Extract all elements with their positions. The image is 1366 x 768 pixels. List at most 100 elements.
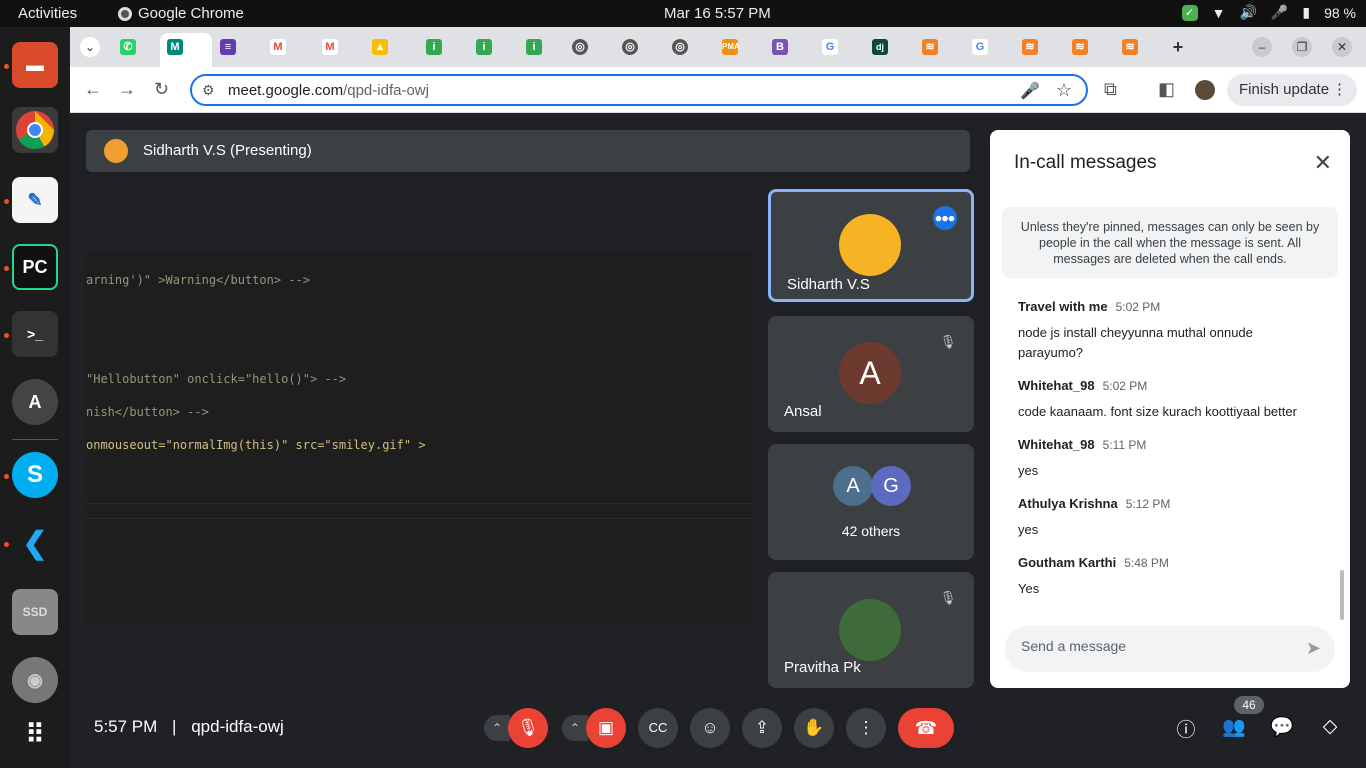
others-avatar-a: A [833,466,873,506]
meeting-details-icon[interactable]: ⓘ [1173,715,1199,742]
shared-screen: arning')" >Warning</button> --> "Hellobu… [86,251,751,623]
others-count: 42 others [841,523,901,539]
django-tab-icon[interactable]: dj [872,39,888,55]
participant-tile-sidharth[interactable]: ⦁⦁⦁ Sidharth V.S [768,189,974,302]
divider [86,518,751,519]
skype-icon[interactable]: S [12,452,58,498]
gmail-tab-icon[interactable]: M [270,39,286,55]
pycharm-icon[interactable]: PC [12,244,58,290]
system-tray[interactable]: ✓ ▼ 🔊 🎤 ▮ 98 % [1181,4,1356,21]
raise-hand-button[interactable]: ✋ [794,708,834,748]
tab-icon[interactable]: i [476,39,492,55]
participant-name: Sidharth V.S [787,276,870,293]
speaking-icon: ⦁⦁⦁ [933,206,957,230]
activities-button[interactable]: Activities [18,5,77,22]
running-indicator [4,333,9,338]
stackoverflow-tab-icon[interactable]: ≋ [1072,39,1088,55]
phpmyadmin-tab-icon[interactable]: PMA [722,39,740,55]
address-bar[interactable]: ⚙ meet.google.com/qpd-idfa-owj 🎤 ☆ [190,74,1088,106]
system-top-bar: Activities Google Chrome Mar 16 5:57 PM … [0,0,1366,27]
site-settings-icon[interactable]: ⚙ [202,82,215,99]
meet-tab-icon[interactable]: M [167,39,183,55]
microphone-icon[interactable]: 🎤 [1020,81,1040,101]
browser-toolbar: ← → ↻ ⚙ meet.google.com/qpd-idfa-owj 🎤 ☆… [70,67,1366,113]
disk-icon[interactable]: ◉ [12,657,58,703]
participant-tile-others[interactable]: A G 42 others [768,444,974,560]
captions-button[interactable]: CC [638,708,678,748]
forms-tab-icon[interactable]: ≡ [220,39,236,55]
profile-avatar[interactable] [1195,80,1215,100]
participant-tile-ansal[interactable]: 🎙 A Ansal [768,316,974,432]
stackoverflow-tab-icon[interactable]: ≋ [922,39,938,55]
reload-icon[interactable]: ↻ [154,79,169,100]
muted-mic-icon: 🎙 [939,334,957,349]
participant-count-badge: 46 [1234,696,1264,714]
files-icon[interactable]: ▬ [12,42,58,88]
send-icon[interactable]: ➤ [1306,638,1321,659]
code-line: "Hellobutton" onclick="hello()"> --> [86,372,347,386]
restore-icon[interactable]: ❐ [1292,37,1312,57]
app-menu[interactable]: Google Chrome [118,5,244,22]
forward-icon[interactable]: → [118,79,136,100]
scrollbar[interactable] [1340,570,1344,620]
drive-tab-icon[interactable]: ▲ [372,39,388,55]
code-line: nish</button> --> [86,405,209,419]
send-message-box[interactable]: ➤ [1005,626,1335,672]
camera-off-button[interactable]: ▣ [586,708,626,748]
chat-icon[interactable]: 💬 [1269,715,1295,739]
sidharth-avatar [839,214,901,276]
whatsapp-tab-icon[interactable]: ✆ [120,39,136,55]
terminal-icon[interactable]: >_ [12,311,58,357]
ansal-avatar: A [839,342,901,404]
more-options-button[interactable]: ⋮ [846,708,886,748]
meeting-time: 5:57 PM [94,717,158,736]
bootstrap-tab-icon[interactable]: B [772,39,788,55]
software-updater-icon[interactable]: A [12,379,58,425]
chat-message: Whitehat_98 5:02 PM code kaanaam. font si… [1018,378,1297,419]
text-editor-icon[interactable]: ✎ [12,177,58,223]
chrome-icon [118,6,132,21]
chat-message: Travel with me 5:02 PM node js install ch… [1018,299,1253,360]
present-screen-button[interactable]: ⇪ [742,708,782,748]
back-icon[interactable]: ← [84,79,102,100]
close-icon[interactable]: ✕ [1314,150,1332,176]
extensions-icon[interactable]: ⧉ [1104,79,1117,100]
activities-icon[interactable]: ◇ [1317,715,1343,738]
vscode-icon[interactable]: ❮ [12,520,58,566]
globe-tab-icon[interactable]: ◎ [572,39,588,55]
tab-icon[interactable]: i [526,39,542,55]
message-input[interactable] [1021,638,1281,654]
minimize-icon[interactable]: – [1252,37,1272,57]
people-icon[interactable]: 👥 [1221,715,1247,739]
video-options-chevron[interactable]: ⌃ [562,715,588,741]
audio-options-chevron[interactable]: ⌃ [484,715,510,741]
ssd-drive-icon[interactable]: SSD [12,589,58,635]
google-tab-icon[interactable]: G [822,39,838,55]
google-tab-icon[interactable]: G [972,39,988,55]
show-apps-icon[interactable]: ⠿ [12,711,58,757]
clock[interactable]: Mar 16 5:57 PM [664,5,771,22]
participant-name: Pravitha Pk [784,659,861,676]
meet-app: Sidharth V.S (Presenting) arning')" >War… [70,113,1366,768]
microphone-off-button[interactable]: 🎙 [508,708,548,748]
gmail-tab-icon[interactable]: M [322,39,338,55]
emoji-reaction-button[interactable]: ☺ [690,708,730,748]
finish-update-button[interactable]: Finish update ⋮ [1227,74,1357,106]
bookmark-star-icon[interactable]: ☆ [1056,80,1072,101]
update-icon[interactable]: ✓ [1181,4,1198,21]
side-panel-icon[interactable]: ◧ [1158,79,1175,100]
globe-tab-icon[interactable]: ◎ [622,39,638,55]
participant-tile-pravitha[interactable]: 🎙 Pravitha Pk [768,572,974,688]
volume-icon: 🔊 [1239,4,1257,20]
new-tab-icon[interactable]: + [1170,38,1186,56]
chrome-icon[interactable] [12,107,58,153]
close-window-icon[interactable]: ✕ [1332,37,1352,57]
globe-tab-icon[interactable]: ◎ [672,39,688,55]
leave-call-button[interactable]: ☎ [898,708,954,748]
presenter-bar: Sidharth V.S (Presenting) [86,130,970,172]
tab-icon[interactable]: i [426,39,442,55]
url-text[interactable]: meet.google.com/qpd-idfa-owj [228,82,429,99]
stackoverflow-tab-icon[interactable]: ≋ [1022,39,1038,55]
stackoverflow-tab-icon[interactable]: ≋ [1122,39,1138,55]
tab-search-button[interactable]: ⌄ [80,37,100,57]
